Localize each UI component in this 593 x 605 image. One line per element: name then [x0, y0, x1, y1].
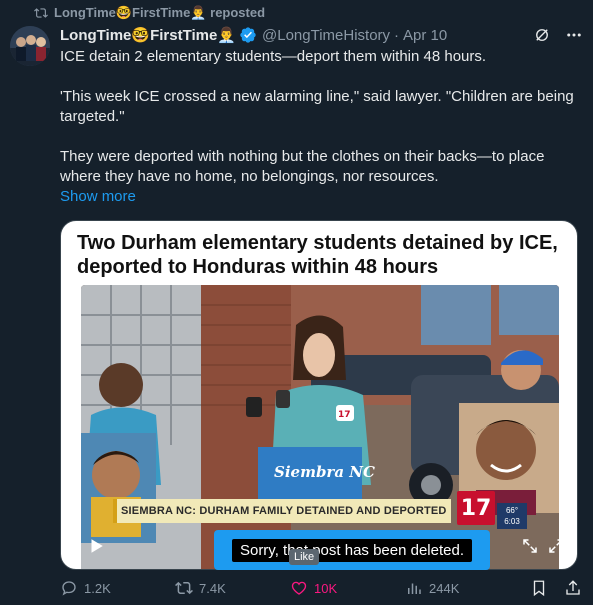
video-player[interactable]: 17 Siembra NC SIEMBRA NC: DURHAM FAMILY …: [81, 285, 559, 569]
deleted-post-toast: Sorry, that post has been deleted.: [214, 530, 490, 570]
video-frame: 17 Siembra NC: [81, 285, 559, 569]
tweet-text: ICE detain 2 elementary students—deport …: [60, 47, 580, 207]
repost-icon: [34, 8, 48, 18]
card-headline: Two Durham elementary students detained …: [77, 232, 558, 278]
repost-label: LongTime🤓FirstTime👨‍💼 reposted: [54, 5, 266, 20]
views-button[interactable]: 244K: [405, 579, 525, 597]
tweet-paragraph: They were deported with nothing but the …: [60, 148, 545, 185]
repost-indicator[interactable]: LongTime🤓FirstTime👨‍💼 reposted: [34, 4, 265, 22]
post-date[interactable]: Apr 10: [403, 27, 447, 44]
like-tooltip: Like: [289, 549, 320, 565]
verified-badge-icon[interactable]: [239, 26, 257, 44]
avatar[interactable]: [10, 26, 50, 66]
tweet-paragraph: ICE detain 2 elementary students—deport …: [60, 48, 487, 65]
action-bar: 1.2K 7.4K 10K 244K: [60, 571, 582, 605]
like-count: 10K: [314, 580, 338, 596]
toast-message: Sorry, that post has been deleted.: [231, 538, 473, 562]
like-button[interactable]: 10K: [282, 571, 405, 605]
separator-dot: ·: [394, 26, 400, 44]
views-count: 244K: [429, 580, 460, 596]
fullscreen-icon[interactable]: [547, 537, 559, 555]
play-icon[interactable]: [87, 537, 105, 555]
reply-icon: [62, 581, 76, 596]
analytics-icon: [408, 583, 421, 594]
svg-text:17: 17: [338, 410, 351, 420]
weather-temp: 66°: [505, 506, 519, 515]
reply-count: 1.2K: [84, 580, 111, 596]
repost-button[interactable]: 7.4K: [175, 579, 290, 597]
show-more-link[interactable]: Show more: [60, 187, 580, 207]
bookmark-icon[interactable]: [530, 579, 548, 597]
more-options-icon[interactable]: [565, 26, 583, 44]
podium-sign-text: Siembra NC: [274, 463, 375, 481]
tweet-paragraph: 'This week ICE crossed a new alarming li…: [60, 88, 574, 125]
share-icon[interactable]: [564, 579, 582, 597]
heart-icon: [291, 581, 307, 595]
display-name[interactable]: LongTime🤓FirstTime👨‍💼: [60, 26, 236, 44]
grok-icon[interactable]: [533, 26, 551, 44]
repost-count: 7.4K: [199, 580, 226, 596]
handle[interactable]: @LongTimeHistory: [262, 27, 390, 44]
weather-time: 6:03: [504, 517, 520, 526]
news-lower-third: SIEMBRA NC: DURHAM FAMILY DETAINED AND D…: [113, 499, 451, 523]
repost-icon: [175, 581, 193, 595]
tweet-header: LongTime🤓FirstTime👨‍💼 @LongTimeHistory ·…: [60, 24, 583, 46]
expand-icon[interactable]: [521, 537, 539, 555]
media-card[interactable]: Two Durham elementary students detained …: [60, 220, 578, 570]
reply-button[interactable]: 1.2K: [60, 579, 175, 597]
channel-logo: 17: [457, 491, 495, 525]
weather-badge: 66° 6:03: [497, 503, 527, 529]
